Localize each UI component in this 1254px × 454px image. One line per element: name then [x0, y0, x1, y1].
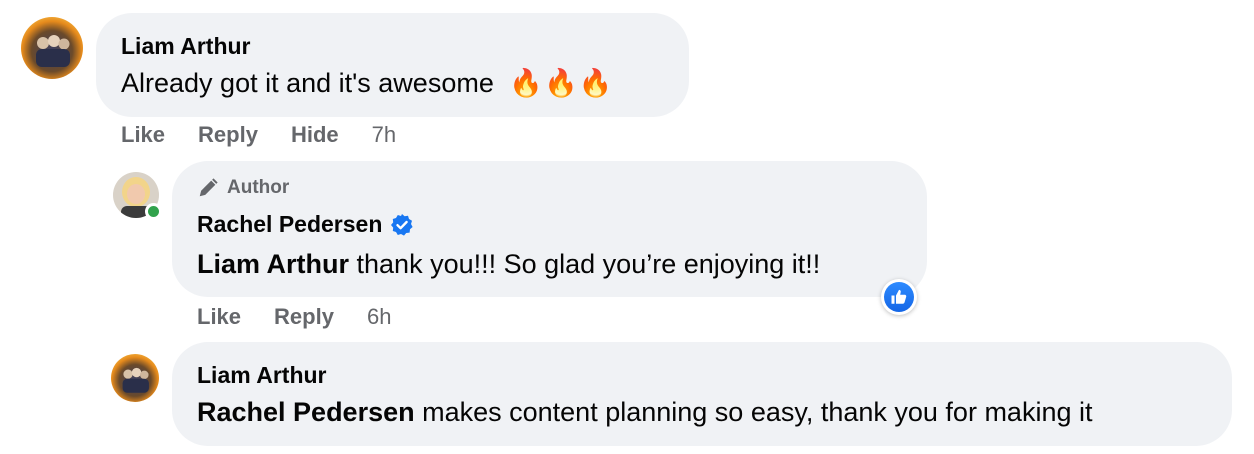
online-status-indicator — [145, 203, 162, 220]
reply-button[interactable]: Reply — [198, 122, 258, 148]
avatar-rachel-pedersen[interactable] — [113, 172, 162, 220]
comment-bubble-1: Liam Arthur Already got it and it's awes… — [96, 13, 689, 117]
thumbs-up-icon — [891, 289, 907, 304]
comment-actions-1: Like Reply Hide 7h — [121, 122, 396, 148]
fire-emoji-icon: 🔥🔥🔥 — [509, 68, 614, 98]
avatar-image — [111, 354, 159, 402]
like-icon — [884, 282, 914, 312]
comment-thread: Liam Arthur Already got it and it's awes… — [0, 0, 1254, 454]
comment-body: makes content planning so easy, thank yo… — [414, 397, 1093, 427]
comment-timestamp[interactable]: 7h — [372, 122, 396, 148]
reply-button[interactable]: Reply — [274, 304, 334, 330]
comment-author[interactable]: Liam Arthur — [121, 33, 251, 60]
author-badge-label: Author — [227, 177, 290, 198]
pencil-icon — [199, 178, 218, 197]
like-reaction[interactable] — [881, 279, 917, 315]
comment-text: Rachel Pedersen makes content planning s… — [197, 395, 1092, 429]
comment-bubble-3: Liam Arthur Rachel Pedersen makes conten… — [172, 342, 1232, 446]
comment-body: Already got it and it's awesome — [121, 68, 494, 98]
comment-actions-2: Like Reply 6h — [197, 304, 391, 330]
like-button[interactable]: Like — [121, 122, 165, 148]
avatar-liam-arthur[interactable] — [21, 17, 83, 79]
comment-body: thank you!!! So glad you’re enjoying it!… — [349, 249, 821, 279]
comment-text: Already got it and it's awesome 🔥🔥🔥 — [121, 66, 613, 100]
like-button[interactable]: Like — [197, 304, 241, 330]
avatar-image — [21, 17, 83, 79]
avatar-liam-arthur[interactable] — [111, 354, 159, 402]
comment-timestamp[interactable]: 6h — [367, 304, 391, 330]
comment-text: Liam Arthur thank you!!! So glad you’re … — [197, 247, 820, 281]
comment-author[interactable]: Rachel Pedersen — [197, 211, 382, 238]
hide-button[interactable]: Hide — [291, 122, 339, 148]
verified-badge-icon — [391, 213, 413, 236]
comment-bubble-2: Author Rachel Pedersen Liam Arthur thank… — [172, 161, 927, 297]
author-badge: Author — [197, 177, 289, 199]
comment-author-row: Rachel Pedersen — [197, 211, 414, 238]
mention-link[interactable]: Liam Arthur — [197, 249, 349, 279]
comment-author[interactable]: Liam Arthur — [197, 362, 327, 389]
mention-link[interactable]: Rachel Pedersen — [197, 397, 415, 427]
